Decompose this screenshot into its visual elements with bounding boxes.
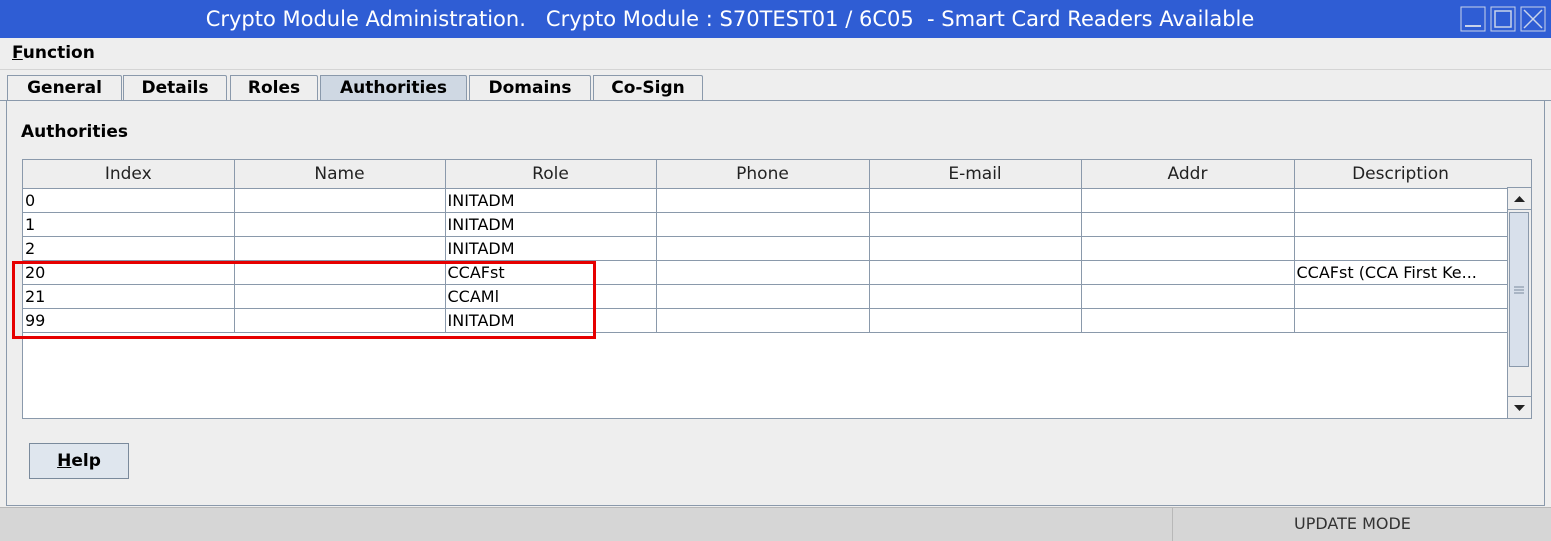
column-header-description[interactable]: Description: [1294, 160, 1508, 189]
column-header-index[interactable]: Index: [23, 160, 235, 189]
menu-function-label: unction: [22, 43, 95, 63]
tab-strip: General Details Roles Authorities Domain…: [0, 71, 1551, 101]
status-bar: UPDATE MODE: [0, 507, 1551, 541]
cell-phone[interactable]: [656, 236, 870, 261]
cell-addr[interactable]: [1081, 188, 1295, 213]
column-header-name[interactable]: Name: [234, 160, 446, 189]
cell-index[interactable]: 21: [23, 284, 235, 309]
cell-phone[interactable]: [656, 284, 870, 309]
cell-email[interactable]: [869, 236, 1082, 261]
close-icon[interactable]: [1519, 5, 1547, 33]
cell-index[interactable]: 1: [23, 212, 235, 237]
window-controls: [1459, 5, 1547, 33]
cell-email[interactable]: [869, 212, 1082, 237]
cell-index[interactable]: 0: [23, 188, 235, 213]
tab-roles[interactable]: Roles: [230, 75, 318, 100]
help-button-label: elp: [71, 451, 101, 471]
cell-name[interactable]: [234, 236, 446, 261]
cell-description[interactable]: [1294, 188, 1508, 213]
cell-addr[interactable]: [1081, 212, 1295, 237]
help-button[interactable]: Help: [29, 443, 129, 479]
arrow-up-icon: [1514, 196, 1525, 202]
scroll-up-button[interactable]: [1508, 188, 1531, 210]
table-row[interactable]: 20 CCAFst CCAFst (CCA First Ke...: [23, 260, 1508, 285]
cell-role[interactable]: CCAMl: [445, 284, 657, 309]
cell-role[interactable]: CCAFst: [445, 260, 657, 285]
authorities-grid: Index Name Role Phone E-mail Addr Descri…: [23, 160, 1508, 333]
cell-role[interactable]: INITADM: [445, 308, 657, 333]
minimize-icon[interactable]: [1459, 5, 1487, 33]
title-bar: Crypto Module Administration. Crypto Mod…: [0, 0, 1551, 38]
status-mode: UPDATE MODE: [1294, 514, 1411, 533]
cell-name[interactable]: [234, 212, 446, 237]
cell-name[interactable]: [234, 308, 446, 333]
section-title: Authorities: [21, 122, 128, 142]
cell-name[interactable]: [234, 284, 446, 309]
cell-email[interactable]: [869, 308, 1082, 333]
column-header-addr[interactable]: Addr: [1081, 160, 1295, 189]
scroll-down-button[interactable]: [1508, 396, 1531, 418]
maximize-icon[interactable]: [1489, 5, 1517, 33]
cell-addr[interactable]: [1081, 236, 1295, 261]
authorities-table: Index Name Role Phone E-mail Addr Descri…: [22, 159, 1532, 419]
cell-phone[interactable]: [656, 308, 870, 333]
table-header-corner: [1507, 160, 1531, 188]
cell-addr[interactable]: [1081, 308, 1295, 333]
column-header-email[interactable]: E-mail: [869, 160, 1082, 189]
grip-icon: [1514, 286, 1524, 294]
cell-name[interactable]: [234, 188, 446, 213]
cell-index[interactable]: 99: [23, 308, 235, 333]
help-button-mnemonic: H: [57, 451, 72, 471]
menu-function[interactable]: Function: [12, 43, 95, 63]
cell-description[interactable]: [1294, 212, 1508, 237]
table-row[interactable]: 1 INITADM: [23, 212, 1508, 237]
arrow-down-icon: [1514, 405, 1525, 411]
menu-bar: Function: [0, 38, 1551, 70]
status-divider: [1172, 508, 1173, 541]
tab-co-sign[interactable]: Co-Sign: [593, 75, 703, 100]
cell-email[interactable]: [869, 284, 1082, 309]
table-row[interactable]: 99 INITADM: [23, 308, 1508, 333]
table-row[interactable]: 2 INITADM: [23, 236, 1508, 261]
cell-addr[interactable]: [1081, 260, 1295, 285]
tab-domains[interactable]: Domains: [469, 75, 591, 100]
cell-description[interactable]: CCAFst (CCA First Ke...: [1294, 260, 1508, 285]
tab-details[interactable]: Details: [123, 75, 227, 100]
cell-index[interactable]: 20: [23, 260, 235, 285]
authorities-panel: Authorities Index Name Role Phone E-mail…: [6, 101, 1545, 506]
table-header-row: Index Name Role Phone E-mail Addr Descri…: [23, 160, 1508, 189]
cell-index[interactable]: 2: [23, 236, 235, 261]
cell-role[interactable]: INITADM: [445, 212, 657, 237]
menu-function-mnemonic: F: [12, 43, 23, 63]
tab-general[interactable]: General: [7, 75, 122, 100]
tab-authorities[interactable]: Authorities: [320, 75, 467, 100]
window-title: Crypto Module Administration. Crypto Mod…: [205, 7, 1255, 31]
table-row[interactable]: 0 INITADM: [23, 188, 1508, 213]
cell-email[interactable]: [869, 188, 1082, 213]
table-row[interactable]: 21 CCAMl: [23, 284, 1508, 309]
cell-role[interactable]: INITADM: [445, 188, 657, 213]
cell-name[interactable]: [234, 260, 446, 285]
column-header-role[interactable]: Role: [445, 160, 657, 189]
cell-role[interactable]: INITADM: [445, 236, 657, 261]
cell-description[interactable]: [1294, 284, 1508, 309]
cell-email[interactable]: [869, 260, 1082, 285]
vertical-scrollbar[interactable]: [1507, 188, 1531, 418]
cell-phone[interactable]: [656, 188, 870, 213]
cell-phone[interactable]: [656, 212, 870, 237]
cell-description[interactable]: [1294, 236, 1508, 261]
column-header-phone[interactable]: Phone: [656, 160, 870, 189]
scrollbar-thumb[interactable]: [1509, 212, 1529, 367]
cell-description[interactable]: [1294, 308, 1508, 333]
cell-phone[interactable]: [656, 260, 870, 285]
cell-addr[interactable]: [1081, 284, 1295, 309]
